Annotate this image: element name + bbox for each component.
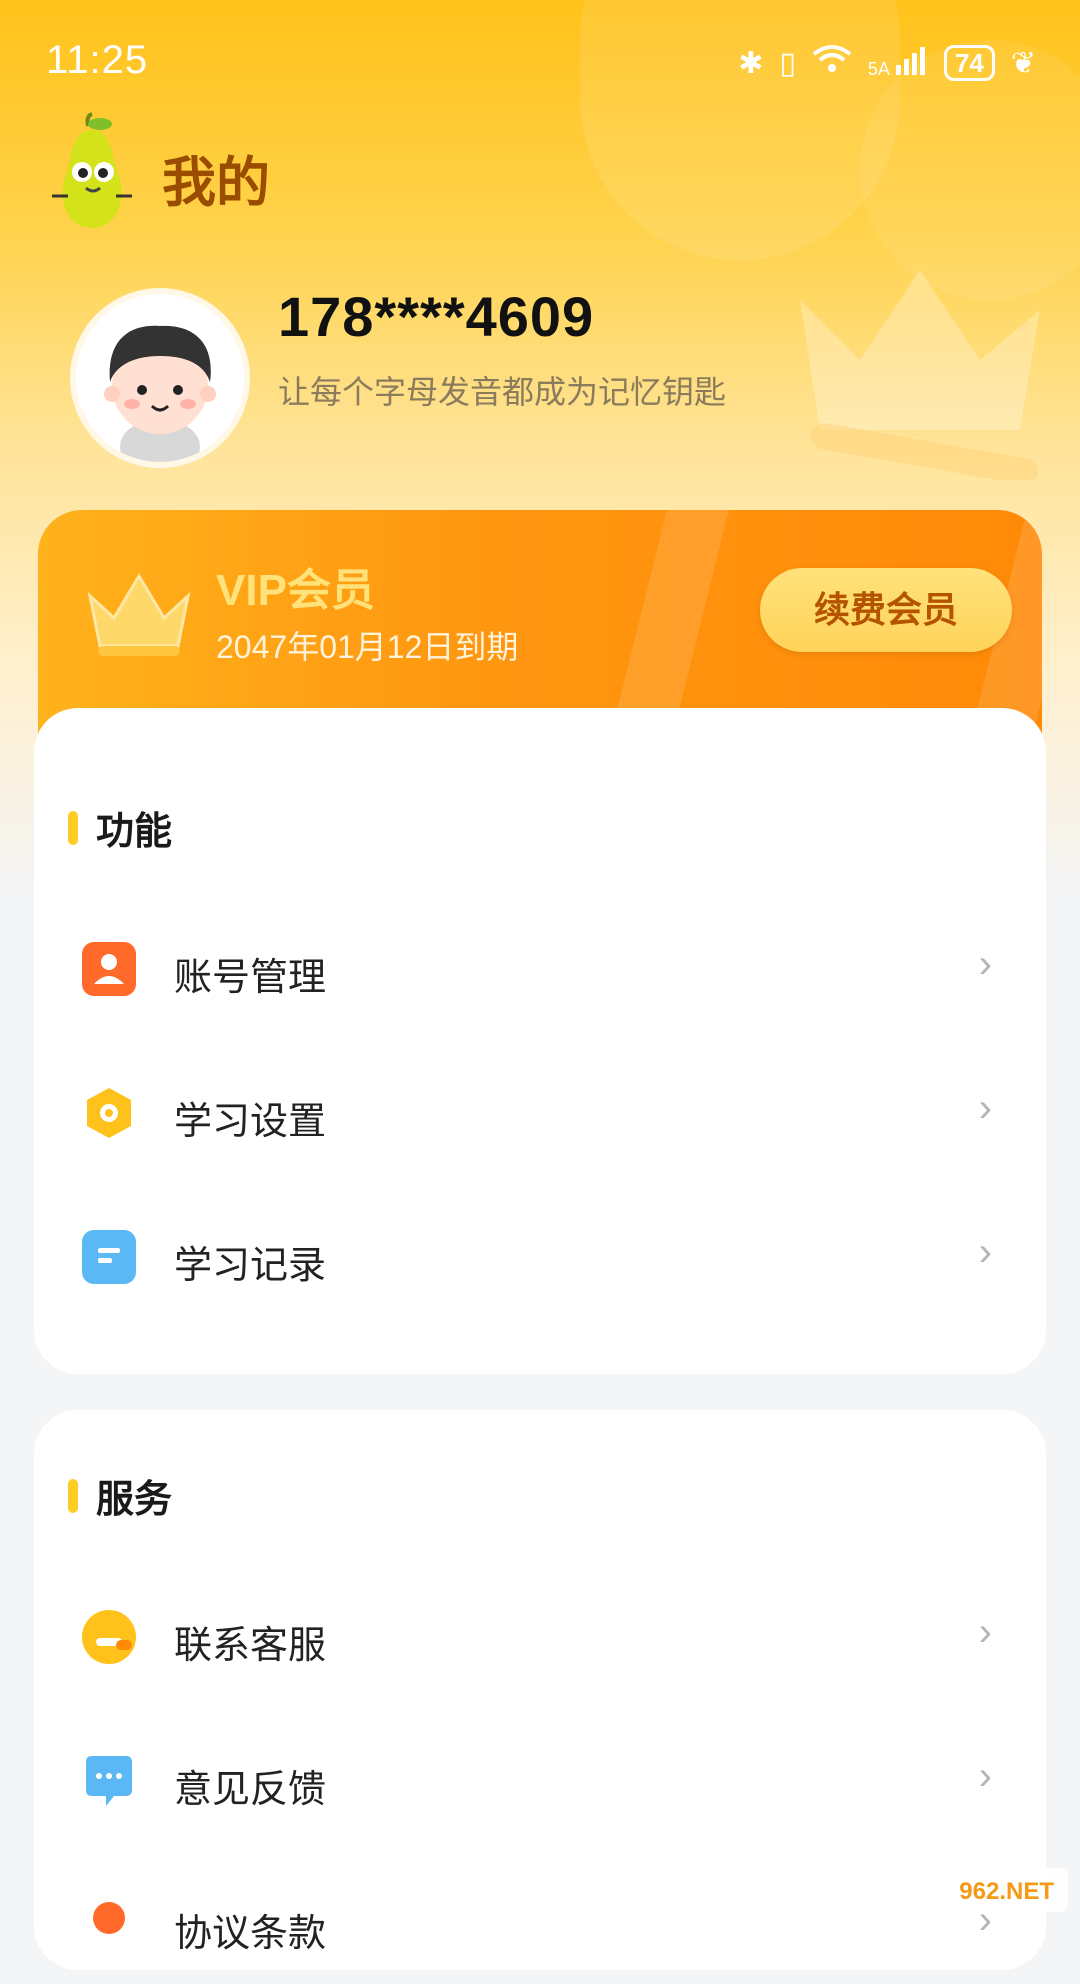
menu-item-label: 账号管理 xyxy=(174,957,327,999)
section-title-service: 服务 xyxy=(68,1468,172,1523)
chevron-right-icon: › xyxy=(978,1230,992,1274)
terms-icon xyxy=(82,1898,136,1952)
vip-card: VIP会员 2047年01月12日到期 续费会员 xyxy=(38,510,1042,740)
section-title-text: 功能 xyxy=(96,811,173,853)
menu-item-label: 联系客服 xyxy=(174,1625,327,1667)
battery-icon: 74 xyxy=(943,45,995,81)
leaf-icon: ❦ xyxy=(1010,46,1036,80)
chevron-right-icon: › xyxy=(978,1086,992,1130)
watermark-text: 962.NET xyxy=(959,1878,1054,1905)
feedback-icon xyxy=(82,1754,136,1808)
menu-item-contact-service[interactable]: 联系客服 › xyxy=(34,1576,1046,1696)
customer-service-icon xyxy=(82,1610,136,1664)
menu-item-label: 意见反馈 xyxy=(174,1769,327,1811)
menu-item-study-records[interactable]: 学习记录 › xyxy=(34,1196,1046,1316)
vibrate-icon: ▯ xyxy=(779,46,796,80)
user-slogan: 让每个字母发音都成为记忆钥匙 xyxy=(278,374,727,410)
status-bar: 11:25 ✱ ▯ 5A 74 ❦ xyxy=(0,0,1080,120)
section-marker xyxy=(68,1478,78,1513)
service-card: 服务 联系客服 › 意见反馈 › 协议条款 › xyxy=(34,1410,1046,1970)
menu-item-terms[interactable]: 协议条款 › xyxy=(34,1864,1046,1984)
chevron-right-icon: › xyxy=(978,1610,992,1654)
menu-item-feedback[interactable]: 意见反馈 › xyxy=(34,1720,1046,1840)
network-type-label: 5A xyxy=(867,58,889,79)
wifi-icon xyxy=(812,44,852,82)
decoration xyxy=(600,510,736,740)
function-card: 功能 账号管理 › 学习设置 › 学习记录 › xyxy=(34,708,1046,1374)
signal-icon: 5A xyxy=(867,46,928,80)
record-icon xyxy=(82,1230,136,1284)
chevron-right-icon: › xyxy=(978,942,992,986)
crown-decoration-icon xyxy=(780,260,1060,485)
renew-membership-button[interactable]: 续费会员 xyxy=(760,568,1012,652)
chevron-right-icon: › xyxy=(978,1754,992,1798)
vip-expire-date: 2047年01月12日到期 xyxy=(216,629,519,665)
menu-item-label: 学习设置 xyxy=(174,1101,327,1143)
menu-item-label: 协议条款 xyxy=(174,1913,327,1955)
vip-title: VIP会员 xyxy=(216,566,375,615)
page-title: 我的 xyxy=(162,153,270,213)
status-time: 11:25 xyxy=(46,38,149,82)
bluetooth-icon: ✱ xyxy=(738,46,764,80)
pear-mascot-icon xyxy=(42,112,142,232)
menu-item-account-management[interactable]: 账号管理 › xyxy=(34,908,1046,1028)
user-phone: 178****4609 xyxy=(278,285,595,348)
account-icon xyxy=(82,942,136,996)
vip-crown-icon xyxy=(84,570,194,660)
section-marker xyxy=(68,810,78,845)
settings-icon xyxy=(82,1086,136,1140)
section-title-text: 服务 xyxy=(96,1479,173,1521)
section-title-function: 功能 xyxy=(68,800,172,855)
status-icons: ✱ ▯ 5A 74 ❦ xyxy=(738,44,1036,82)
menu-item-label: 学习记录 xyxy=(174,1245,327,1287)
avatar[interactable] xyxy=(70,288,250,468)
menu-item-study-settings[interactable]: 学习设置 › xyxy=(34,1052,1046,1172)
